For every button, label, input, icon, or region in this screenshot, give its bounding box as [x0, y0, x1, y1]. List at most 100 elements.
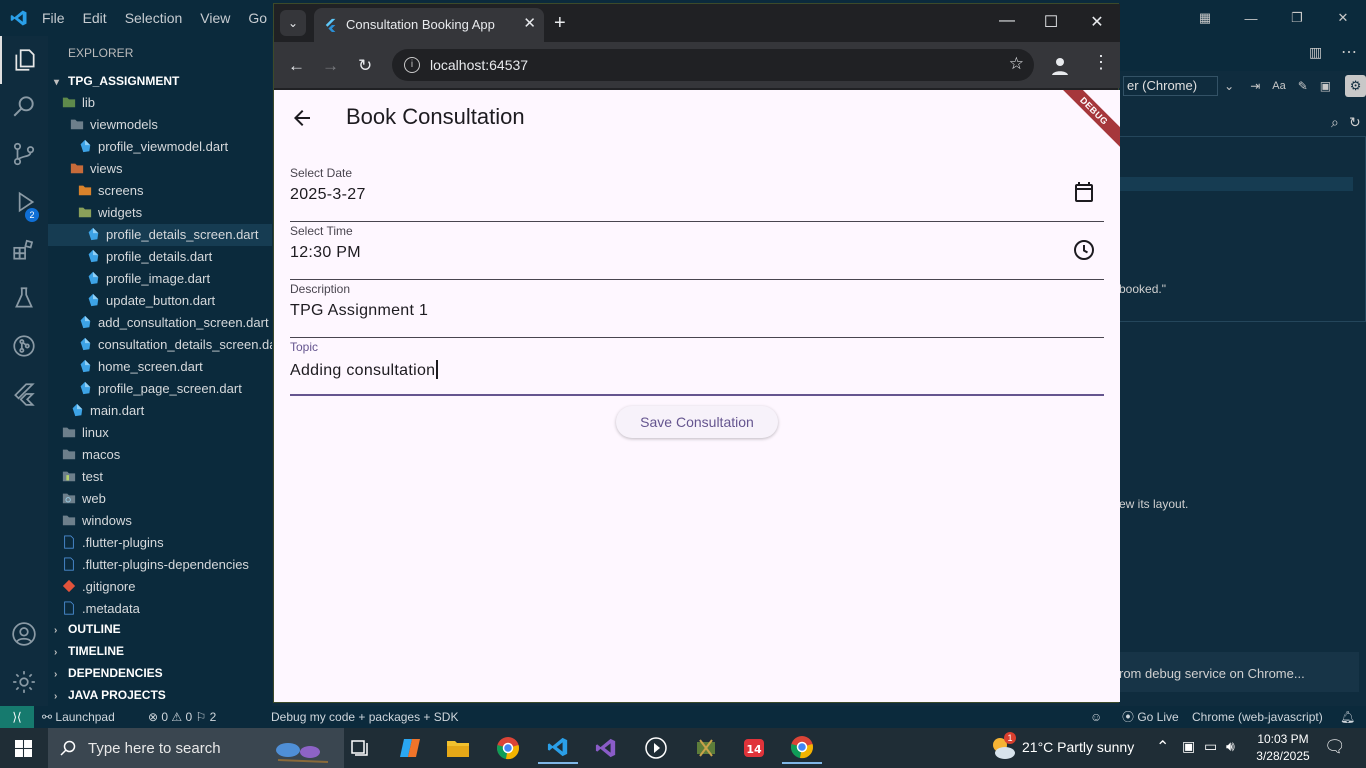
visual-studio-icon[interactable] — [586, 732, 626, 764]
copilot-app-icon[interactable] — [390, 732, 430, 764]
vscode-app-icon[interactable] — [538, 732, 578, 764]
tree-item-linux[interactable]: linux — [48, 422, 272, 444]
tree-item-gitignore[interactable]: .gitignore — [48, 576, 272, 598]
tree-item-screens[interactable]: screens — [48, 180, 272, 202]
date-field[interactable]: Select Date 2025-3-27 — [290, 166, 1104, 222]
tray-chevron-up-icon[interactable]: ⌃ — [1156, 737, 1169, 757]
notifications-bell-icon[interactable]: 🔔︎ — [1340, 706, 1355, 728]
back-arrow-icon[interactable]: ← — [288, 56, 305, 76]
back-arrow-icon[interactable] — [290, 106, 314, 130]
arrow-icon[interactable]: ⇥ — [1250, 79, 1260, 93]
menu-go[interactable]: Go — [248, 10, 267, 26]
section-timeline[interactable]: › TIMELINE — [48, 640, 272, 662]
tree-item-main[interactable]: main.dart — [48, 400, 272, 422]
tray-device-icon[interactable]: ▣ — [1182, 738, 1195, 755]
project-root[interactable]: ▾ TPG_ASSIGNMENT — [48, 70, 272, 92]
tree-item-test[interactable]: test — [48, 466, 272, 488]
tools-app-icon[interactable] — [686, 732, 726, 764]
paint-icon[interactable]: ✎ — [1298, 79, 1308, 93]
restore-icon[interactable]: ❐ — [1274, 10, 1320, 26]
flutter-icon[interactable] — [0, 370, 48, 418]
tree-item-windows[interactable]: windows — [48, 510, 272, 532]
calendar-icon[interactable] — [1072, 180, 1096, 204]
tree-item-macos[interactable]: macos — [48, 444, 272, 466]
more-actions-icon[interactable]: ⋯ — [1341, 42, 1357, 62]
time-field[interactable]: Select Time 12:30 PM — [290, 224, 1104, 280]
testing-icon[interactable] — [0, 274, 48, 322]
source-control-icon[interactable] — [0, 130, 48, 178]
tree-item-profile-details[interactable]: profile_details.dart — [48, 246, 272, 268]
account-icon[interactable] — [0, 610, 48, 658]
description-field[interactable]: Description TPG Assignment 1 — [290, 282, 1104, 338]
close-icon[interactable]: ✕ — [1320, 10, 1366, 26]
address-bar[interactable]: i localhost:64537 ☆ — [392, 49, 1034, 81]
windows-start-icon[interactable] — [0, 728, 48, 768]
remote-icon[interactable]: ⟩⟨ — [0, 706, 34, 728]
task-view-icon[interactable] — [340, 732, 380, 764]
weather-icon[interactable]: 1 — [988, 732, 1018, 762]
problems-status[interactable]: ⊗ 0 ⚠ 0 ⚐ 2 — [148, 706, 216, 728]
menu-edit[interactable]: Edit — [83, 10, 107, 26]
tree-item-viewmodels[interactable]: viewmodels — [48, 114, 272, 136]
launchpad-status[interactable]: ⚯ Launchpad — [42, 706, 115, 728]
search-icon[interactable] — [0, 82, 48, 130]
settings-gear-icon[interactable] — [0, 658, 48, 706]
window-maximize-icon[interactable]: ☐ — [1028, 12, 1074, 32]
split-editor-icon[interactable]: ▥ — [1309, 44, 1322, 61]
media-player-icon[interactable] — [636, 732, 676, 764]
tree-item-profile-viewmodel[interactable]: profile_viewmodel.dart — [48, 136, 272, 158]
tree-item-flutter-plugins-dependencies[interactable]: .flutter-plugins-dependencies — [48, 554, 272, 576]
tree-item-views[interactable]: views — [48, 158, 272, 180]
calendar-app-icon[interactable]: 14 — [734, 732, 774, 764]
device-select[interactable]: er (Chrome) — [1123, 76, 1219, 96]
tree-item-profile-page-screen[interactable]: profile_page_screen.dart — [48, 378, 272, 400]
window-close-icon[interactable]: ✕ — [1074, 12, 1120, 32]
tree-item-add-consultation[interactable]: add_consultation_screen.dart — [48, 312, 272, 334]
tree-item-widgets[interactable]: widgets — [48, 202, 272, 224]
chevron-down-icon[interactable]: ⌄ — [1224, 79, 1234, 93]
reload-icon[interactable]: ↻ — [358, 56, 372, 76]
menu-view[interactable]: View — [200, 10, 230, 26]
profile-avatar-icon[interactable] — [1050, 56, 1070, 76]
menu-file[interactable]: File — [42, 10, 65, 26]
clock-icon[interactable] — [1072, 238, 1096, 262]
chrome-app-active-icon[interactable] — [782, 732, 822, 764]
text-scale-icon[interactable]: Aa — [1272, 80, 1285, 92]
tab-close-icon[interactable]: ✕ — [523, 14, 536, 32]
volume-icon[interactable]: 🔊︎ — [1226, 738, 1235, 755]
file-explorer-icon[interactable] — [438, 732, 478, 764]
copilot-icon[interactable]: ☺ — [1090, 706, 1102, 728]
chrome-app-icon[interactable] — [488, 732, 528, 764]
tree-item-flutter-plugins[interactable]: .flutter-plugins — [48, 532, 272, 554]
tree-item-web[interactable]: web — [48, 488, 272, 510]
screenshot-icon[interactable]: ▣ — [1320, 79, 1331, 93]
tree-item-profile-image[interactable]: profile_image.dart — [48, 268, 272, 290]
settings-gear-icon[interactable]: ⚙ — [1345, 75, 1366, 97]
tree-item-profile-details-screen[interactable]: profile_details_screen.dart — [48, 224, 272, 246]
refresh-icon[interactable]: ↻ — [1349, 114, 1361, 131]
go-live-status[interactable]: ⦿ Go Live — [1122, 706, 1179, 728]
site-info-icon[interactable]: i — [404, 57, 420, 73]
notification-center-icon[interactable]: 🗨︎ — [1324, 737, 1346, 757]
tree-item-metadata[interactable]: .metadata — [48, 598, 272, 620]
debug-mode-status[interactable]: Debug my code + packages + SDK — [271, 706, 458, 728]
window-minimize-icon[interactable]: — — [984, 12, 1030, 30]
tree-item-home-screen[interactable]: home_screen.dart — [48, 356, 272, 378]
new-tab-icon[interactable]: + — [554, 12, 566, 35]
section-dependencies[interactable]: › DEPENDENCIES — [48, 662, 272, 684]
topic-field[interactable]: Topic Adding consultation — [290, 340, 1104, 396]
search-icon[interactable]: ⌕ — [1331, 114, 1339, 131]
run-debug-icon[interactable]: 2 — [0, 178, 48, 226]
topic-input[interactable]: Adding consultation — [290, 360, 439, 380]
save-consultation-button[interactable]: Save Consultation — [616, 406, 778, 438]
taskbar-clock[interactable]: 10:03 PM 3/28/2025 — [1250, 731, 1316, 765]
battery-icon[interactable]: ▭ — [1204, 738, 1217, 755]
extensions-icon[interactable] — [0, 226, 48, 274]
taskbar-search-box[interactable]: Type here to search — [48, 728, 344, 768]
tree-item-consultation-details[interactable]: consultation_details_screen.da — [48, 334, 272, 356]
section-java-projects[interactable]: › JAVA PROJECTS — [48, 684, 272, 706]
section-outline[interactable]: › OUTLINE — [48, 618, 272, 640]
minimize-icon[interactable]: — — [1228, 11, 1274, 26]
browser-tab[interactable]: Consultation Booking App ✕ — [314, 8, 544, 42]
weather-text[interactable]: 21°C Partly sunny — [1022, 739, 1134, 755]
